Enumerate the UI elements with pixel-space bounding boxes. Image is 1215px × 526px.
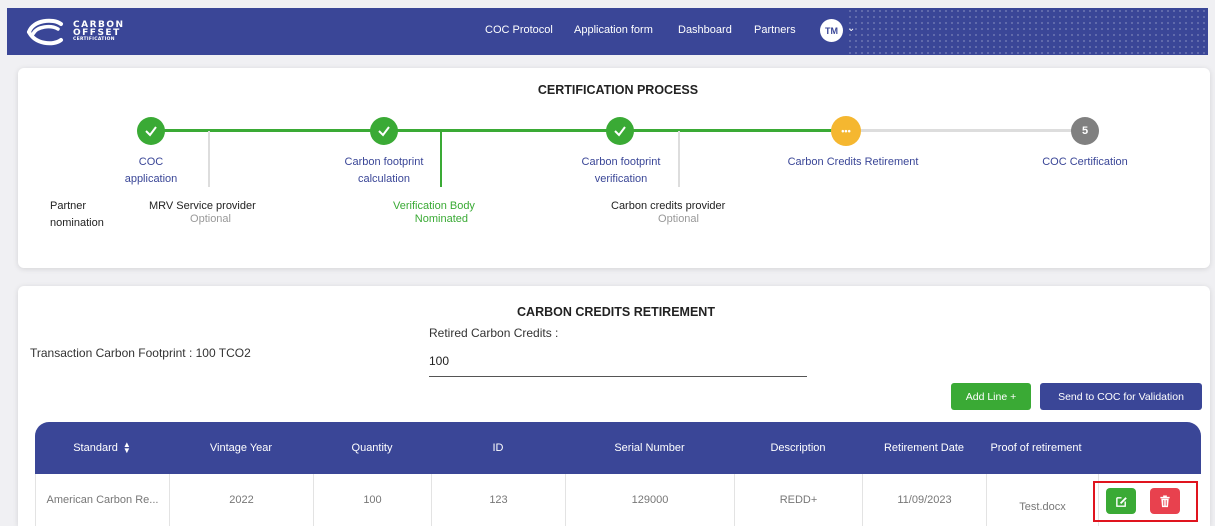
mrv-provider-status: Optional — [190, 213, 231, 225]
cell-retirement-date: 11/09/2023 — [863, 474, 987, 526]
retired-credits-input[interactable]: 100 — [429, 354, 807, 374]
partner-nomination-label: Partner nomination — [50, 200, 104, 229]
transaction-footprint-label: Transaction Carbon Footprint : 100 TCO2 — [30, 346, 251, 360]
cell-quantity: 100 — [314, 474, 432, 526]
nav-partners[interactable]: Partners — [754, 24, 796, 36]
send-validation-button[interactable]: Send to COC for Validation — [1040, 383, 1202, 410]
action-buttons-highlight — [1093, 481, 1198, 522]
top-navbar: CARBON OFFSET CERTIFICATION COC Protocol… — [7, 8, 1208, 55]
cell-standard: American Carbon Re... — [36, 474, 170, 526]
step-label-footprint-verification: Carbon footprint verification — [581, 156, 661, 185]
cell-serial-number: 129000 — [566, 474, 735, 526]
avatar[interactable]: TM — [820, 19, 843, 42]
table-header: Standard ▲ ▼ Vintage Year Quantity ID Ser… — [35, 422, 1201, 474]
check-icon — [378, 126, 390, 137]
step-label-credits-retirement: Carbon Credits Retirement — [787, 156, 919, 168]
step-coc-certification: 5 — [1071, 117, 1099, 145]
connector-line — [208, 131, 210, 187]
verification-body-status: Nominated — [414, 213, 468, 225]
proof-file-link[interactable]: Test.docx — [1019, 501, 1065, 513]
sort-icon[interactable]: ▲ ▼ — [123, 441, 131, 455]
progress-line-active — [621, 129, 845, 132]
certification-process-title: CERTIFICATION PROCESS — [537, 83, 699, 97]
column-header-proof: Proof of retirement — [990, 442, 1082, 454]
step-number: 5 — [1081, 125, 1089, 137]
dots-icon: ••• — [841, 126, 851, 136]
cell-id: 123 — [432, 474, 566, 526]
table-row: American Carbon Re... 2022 100 123 12900… — [35, 474, 1201, 526]
cell-description: REDD+ — [735, 474, 863, 526]
column-header-standard[interactable]: Standard ▲ ▼ — [35, 422, 169, 474]
column-header-serial-number: Serial Number — [614, 442, 685, 454]
nav-application-form[interactable]: Application form — [574, 24, 653, 36]
column-header-vintage-year: Vintage Year — [209, 442, 273, 454]
logo[interactable]: CARBON OFFSET CERTIFICATION — [25, 14, 125, 50]
step-label-footprint-calculation: Carbon footprint calculation — [344, 156, 424, 185]
input-underline — [429, 376, 807, 377]
progress-line-pending — [845, 129, 1085, 132]
retired-credits-label: Retired Carbon Credits : — [429, 326, 559, 340]
column-header-quantity: Quantity — [351, 442, 393, 454]
step-coc-application — [137, 117, 165, 145]
header-decoration — [847, 8, 1208, 55]
check-icon — [145, 126, 157, 137]
step-footprint-verification — [606, 117, 634, 145]
cell-proof: Test.docx — [987, 474, 1099, 526]
add-line-button[interactable]: Add Line + — [951, 383, 1031, 410]
step-credits-retirement: ••• — [831, 116, 861, 146]
column-header-id: ID — [492, 442, 504, 454]
nav-dashboard[interactable]: Dashboard — [678, 24, 732, 36]
retirement-title: CARBON CREDITS RETIREMENT — [517, 305, 715, 319]
logo-icon — [27, 18, 63, 46]
step-label-coc-certification: COC Certification — [1042, 156, 1128, 168]
check-icon — [614, 126, 626, 137]
logo-line2: OFFSET — [73, 28, 121, 38]
column-header-retirement-date: Retirement Date — [883, 442, 965, 454]
step-label-coc-application: COC application — [124, 156, 178, 185]
column-header-description: Description — [770, 442, 826, 454]
chevron-down-icon[interactable]: ⌄ — [847, 23, 855, 34]
credits-provider-status: Optional — [658, 213, 699, 225]
step-footprint-calculation — [370, 117, 398, 145]
cell-vintage-year: 2022 — [170, 474, 314, 526]
nav-coc-protocol[interactable]: COC Protocol — [485, 24, 553, 36]
